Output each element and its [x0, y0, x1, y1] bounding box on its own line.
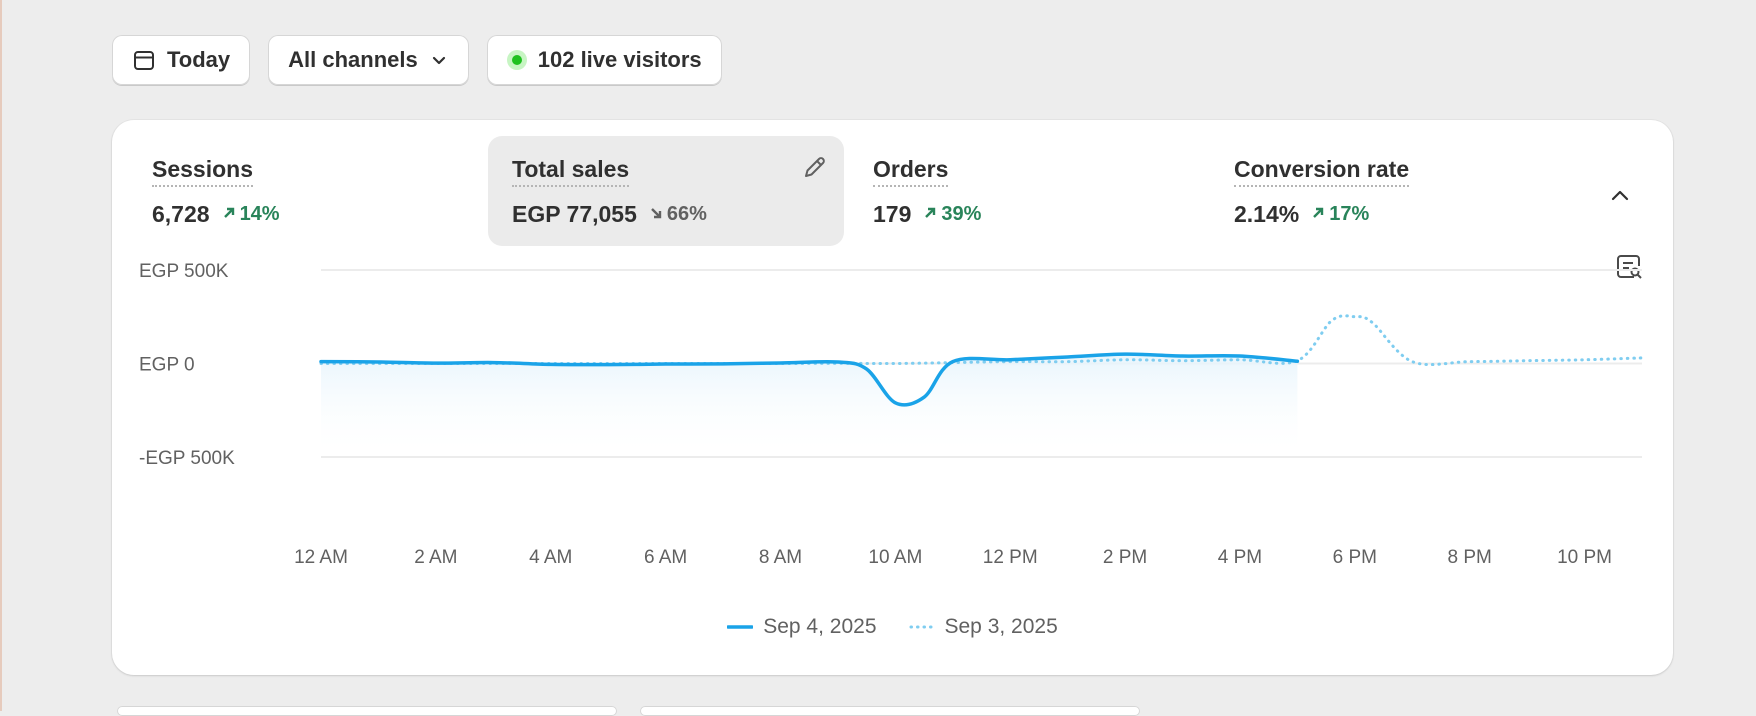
- sales-line-chart: EGP 500K EGP 0 -EGP 500K 12 AM 2 AM 4 AM 6 AM 8…: [139, 261, 1644, 568]
- series-area-sep-4: [321, 354, 1298, 457]
- channel-select-label: All channels: [288, 47, 418, 72]
- y-tick-label: EGP 500K: [139, 261, 229, 282]
- calendar-icon: [132, 48, 156, 72]
- x-tick-label: 12 PM: [983, 547, 1038, 568]
- chevron-down-icon: [429, 50, 449, 70]
- x-tick-label: 8 PM: [1448, 547, 1492, 568]
- date-range-button[interactable]: Today: [112, 35, 251, 85]
- live-dot-icon: [506, 50, 527, 70]
- chart-legend: Sep 4, 2025 Sep 3, 2025: [112, 615, 1673, 639]
- legend-label: Sep 3, 2025: [944, 615, 1058, 638]
- x-tick-label: 10 AM: [868, 547, 922, 568]
- x-tick-label: 4 AM: [529, 547, 572, 568]
- next-card-right: [640, 706, 1140, 716]
- x-tick-label: 12 AM: [294, 547, 348, 568]
- legend-item-comparison[interactable]: Sep 3, 2025: [909, 615, 1058, 639]
- x-tick-label: 2 PM: [1103, 547, 1147, 568]
- next-card-left: [117, 706, 617, 716]
- date-range-label: Today: [167, 47, 231, 72]
- analytics-card: Sessions 6,728 14% Total sales EGP 77,05…: [112, 120, 1673, 675]
- legend-item-primary[interactable]: Sep 4, 2025: [727, 615, 877, 639]
- legend-label: Sep 4, 2025: [763, 615, 877, 638]
- x-tick-label: 6 PM: [1333, 547, 1377, 568]
- live-visitors-button[interactable]: 102 live visitors: [486, 35, 722, 85]
- legend-solid-swatch: [727, 625, 754, 629]
- filter-bar: Today All channels 102 live visitors: [112, 35, 722, 85]
- x-tick-label: 10 PM: [1557, 547, 1612, 568]
- legend-dotted-swatch: [909, 625, 935, 629]
- y-tick-label: EGP 0: [139, 355, 195, 376]
- x-tick-label: 8 AM: [759, 547, 802, 568]
- page-edge: [0, 0, 2, 711]
- y-tick-label: -EGP 500K: [139, 448, 235, 469]
- x-tick-label: 4 PM: [1218, 547, 1262, 568]
- live-visitors-label: 102 live visitors: [537, 47, 702, 72]
- x-tick-label: 2 AM: [414, 547, 457, 568]
- x-tick-label: 6 AM: [644, 547, 687, 568]
- channel-select-button[interactable]: All channels: [268, 35, 469, 85]
